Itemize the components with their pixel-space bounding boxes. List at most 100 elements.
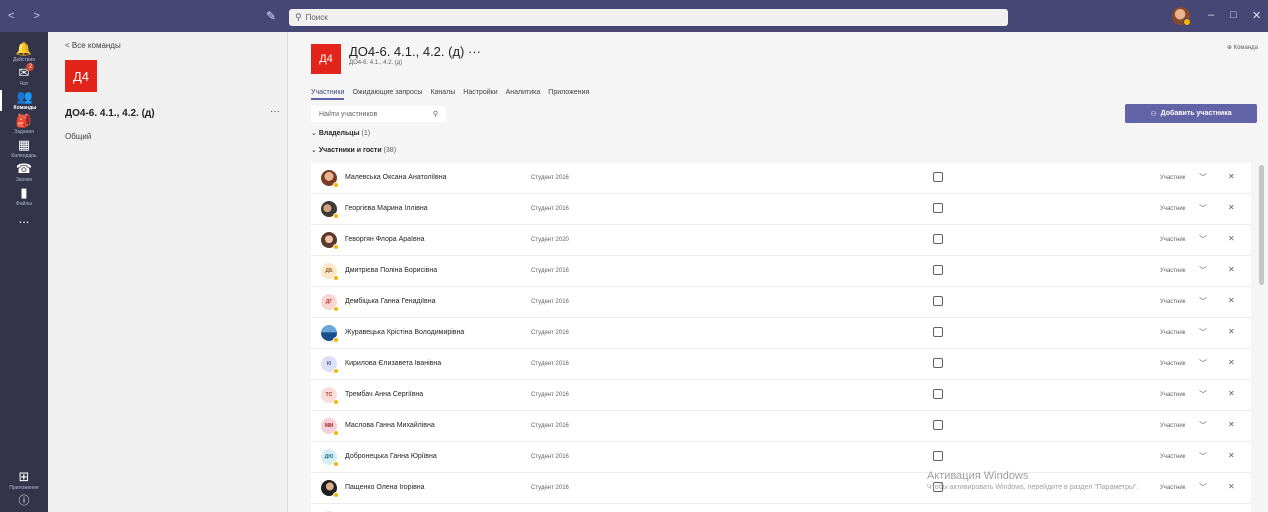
rail-item-bell[interactable]: 🔔 Действия <box>0 42 48 64</box>
chevron-down-icon[interactable]: ﹀ <box>1199 203 1207 214</box>
owners-count: (1) <box>361 130 371 137</box>
rail-item-phone[interactable]: ☎ Звонки <box>0 162 48 184</box>
role-dropdown[interactable]: Участник <box>1160 392 1185 398</box>
member-row[interactable]: Георгієва Марина Іллівна Студент 2016 Учас… <box>311 194 1251 225</box>
presence-status-icon <box>333 306 339 312</box>
tag-icon[interactable] <box>933 327 943 337</box>
rail-more-apps[interactable]: ... <box>0 212 48 226</box>
member-row[interactable]: КІ Кирилова Єлизавета Іванівна Студент 201… <box>311 349 1251 380</box>
member-row[interactable]: ДВДіхтяренко Станіслава ВадимівнаСтудент… <box>311 504 1251 512</box>
tab-4[interactable]: Аналитика <box>506 89 541 100</box>
remove-member-icon[interactable]: ✕ <box>1228 327 1235 336</box>
search-input[interactable]: ⚲ Поиск <box>289 9 1008 26</box>
tag-icon[interactable] <box>933 451 943 461</box>
maximize-button[interactable]: □ <box>1230 9 1237 21</box>
role-dropdown[interactable]: Участник <box>1160 423 1185 429</box>
tab-5[interactable]: Приложения <box>548 89 589 100</box>
role-dropdown[interactable]: Участник <box>1160 454 1185 460</box>
team-name[interactable]: ДО4-6. 4.1., 4.2. (д) <box>65 108 155 119</box>
member-row[interactable]: ДБ Дмитрієва Поліна Борисівна Студент 2016… <box>311 256 1251 287</box>
rail-item-calendar[interactable]: ▦ Календарь <box>0 138 48 160</box>
role-dropdown[interactable]: Участник <box>1160 206 1185 212</box>
member-name: Добронецька Ганна Юріївна <box>345 453 437 460</box>
chevron-down-icon[interactable]: ﹀ <box>1199 358 1207 369</box>
user-avatar[interactable] <box>1172 7 1191 26</box>
teams-icon: 👥 <box>16 89 34 104</box>
role-dropdown[interactable]: Участник <box>1160 361 1185 367</box>
remove-member-icon[interactable]: ✕ <box>1228 265 1235 274</box>
role-dropdown[interactable]: Участник <box>1160 268 1185 274</box>
remove-member-icon[interactable]: ✕ <box>1228 203 1235 212</box>
tag-icon[interactable] <box>933 234 943 244</box>
channel-general[interactable]: Общий <box>65 132 91 141</box>
members-group-header[interactable]: ⌄ Участники и гости (38) <box>311 146 396 154</box>
member-row[interactable]: ММ Маслова Ганна Михайлівна Студент 2016 Уч… <box>311 411 1251 442</box>
minimize-button[interactable]: – <box>1208 9 1214 21</box>
rail-item-apps[interactable]: ⊞ Приложения <box>0 470 48 492</box>
tag-icon[interactable] <box>933 389 943 399</box>
owners-group-header[interactable]: ⌄ Владельцы (1) <box>311 129 370 137</box>
tag-icon[interactable] <box>933 203 943 213</box>
rail-item-help[interactable]: ⓘ <box>0 494 48 508</box>
tag-icon[interactable] <box>933 172 943 182</box>
compose-icon[interactable]: ✎ <box>266 9 276 23</box>
rail-item-assignments[interactable]: 🎒 Задания <box>0 113 48 136</box>
member-name: Кирилова Єлизавета Іванівна <box>345 360 442 367</box>
remove-member-icon[interactable]: ✕ <box>1228 389 1235 398</box>
role-dropdown[interactable]: Участник <box>1160 175 1185 181</box>
chevron-down-icon[interactable]: ﹀ <box>1199 172 1207 183</box>
chevron-down-icon[interactable]: ﹀ <box>1199 451 1207 462</box>
member-row[interactable]: Журавецька Крістіна Володимирівна Студент… <box>311 318 1251 349</box>
close-button[interactable]: ✕ <box>1252 9 1261 22</box>
chevron-down-icon[interactable]: ﹀ <box>1199 327 1207 338</box>
role-dropdown[interactable]: Участник <box>1160 299 1185 305</box>
member-row[interactable]: Геворгян Флора Араївна Студент 2020 Участн… <box>311 225 1251 256</box>
role-dropdown[interactable]: Участник <box>1160 485 1185 491</box>
tab-bar: Участники Ожидающие запросы Каналы Настройк… <box>311 89 589 100</box>
rail-item-chat[interactable]: ✉ 2 Чат <box>0 63 48 87</box>
role-dropdown[interactable]: Участник <box>1160 237 1185 243</box>
team-avatar-large: Д4 <box>311 44 341 74</box>
member-row[interactable]: ТС Трембач Анна Сергіївна Студент 2016 Учас… <box>311 380 1251 411</box>
role-dropdown[interactable]: Участник <box>1160 330 1185 336</box>
assignments-icon: 🎒 <box>15 113 33 128</box>
add-member-button[interactable]: ⚇ Добавить участника <box>1125 104 1257 123</box>
tab-2[interactable]: Каналы <box>430 89 455 100</box>
tab-1[interactable]: Ожидающие запросы <box>352 89 422 100</box>
avatar: ДЮ <box>321 449 339 467</box>
chevron-down-icon[interactable]: ﹀ <box>1199 234 1207 245</box>
tab-3[interactable]: Настройки <box>463 89 497 100</box>
team-panel: < Все команды Д4 ДО4-6. 4.1., 4.2. (д) ·… <box>48 32 288 512</box>
tag-icon[interactable] <box>933 358 943 368</box>
tag-icon[interactable] <box>933 265 943 275</box>
more-options-icon[interactable]: ··· <box>270 106 280 117</box>
remove-member-icon[interactable]: ✕ <box>1228 296 1235 305</box>
member-row[interactable]: ДЮ Добронецька Ганна Юріївна Студент 2016 У… <box>311 442 1251 473</box>
back-forward-nav[interactable]: < > <box>8 10 48 22</box>
chevron-down-icon[interactable]: ﹀ <box>1199 420 1207 431</box>
chevron-down-icon[interactable]: ﹀ <box>1199 389 1207 400</box>
remove-member-icon[interactable]: ✕ <box>1228 482 1235 491</box>
tab-0[interactable]: Участники <box>311 89 345 100</box>
all-teams-link[interactable]: < Все команды <box>65 41 121 50</box>
remove-member-icon[interactable]: ✕ <box>1228 420 1235 429</box>
member-row[interactable]: ДГ Дембіцька Ганна Генадіївна Студент 2016… <box>311 287 1251 318</box>
remove-member-icon[interactable]: ✕ <box>1228 358 1235 367</box>
remove-member-icon[interactable]: ✕ <box>1228 234 1235 243</box>
rail-item-teams[interactable]: 👥 Команды <box>0 90 48 111</box>
team-button[interactable]: ⊕ Команда <box>1227 44 1258 51</box>
chevron-down-icon[interactable]: ﹀ <box>1199 296 1207 307</box>
member-title: Студент 2016 <box>531 206 569 212</box>
member-row[interactable]: Малевська Оксана Анатоліївна Студент 2016… <box>311 163 1251 194</box>
scrollbar[interactable] <box>1259 165 1264 285</box>
remove-member-icon[interactable]: ✕ <box>1228 451 1235 460</box>
chevron-down-icon[interactable]: ﹀ <box>1199 265 1207 276</box>
chevron-down-icon[interactable]: ﹀ <box>1199 482 1207 493</box>
member-name: Маслова Ганна Михайлівна <box>345 422 435 429</box>
remove-member-icon[interactable]: ✕ <box>1228 172 1235 181</box>
page-title: ДО4-6. 4.1., 4.2. (д) ··· <box>349 44 481 59</box>
tag-icon[interactable] <box>933 420 943 430</box>
tag-icon[interactable] <box>933 296 943 306</box>
rail-item-file[interactable]: ▮ Файлы <box>0 186 48 208</box>
find-members-input[interactable]: Найти участников ⚲ <box>311 106 446 122</box>
